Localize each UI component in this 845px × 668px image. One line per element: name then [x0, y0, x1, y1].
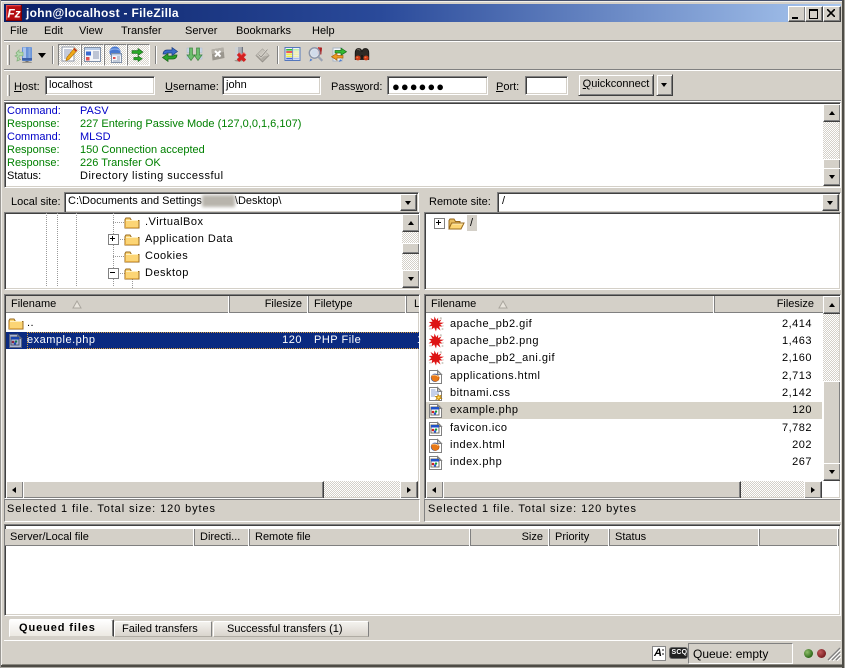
svg-text:Fz: Fz: [7, 7, 20, 21]
